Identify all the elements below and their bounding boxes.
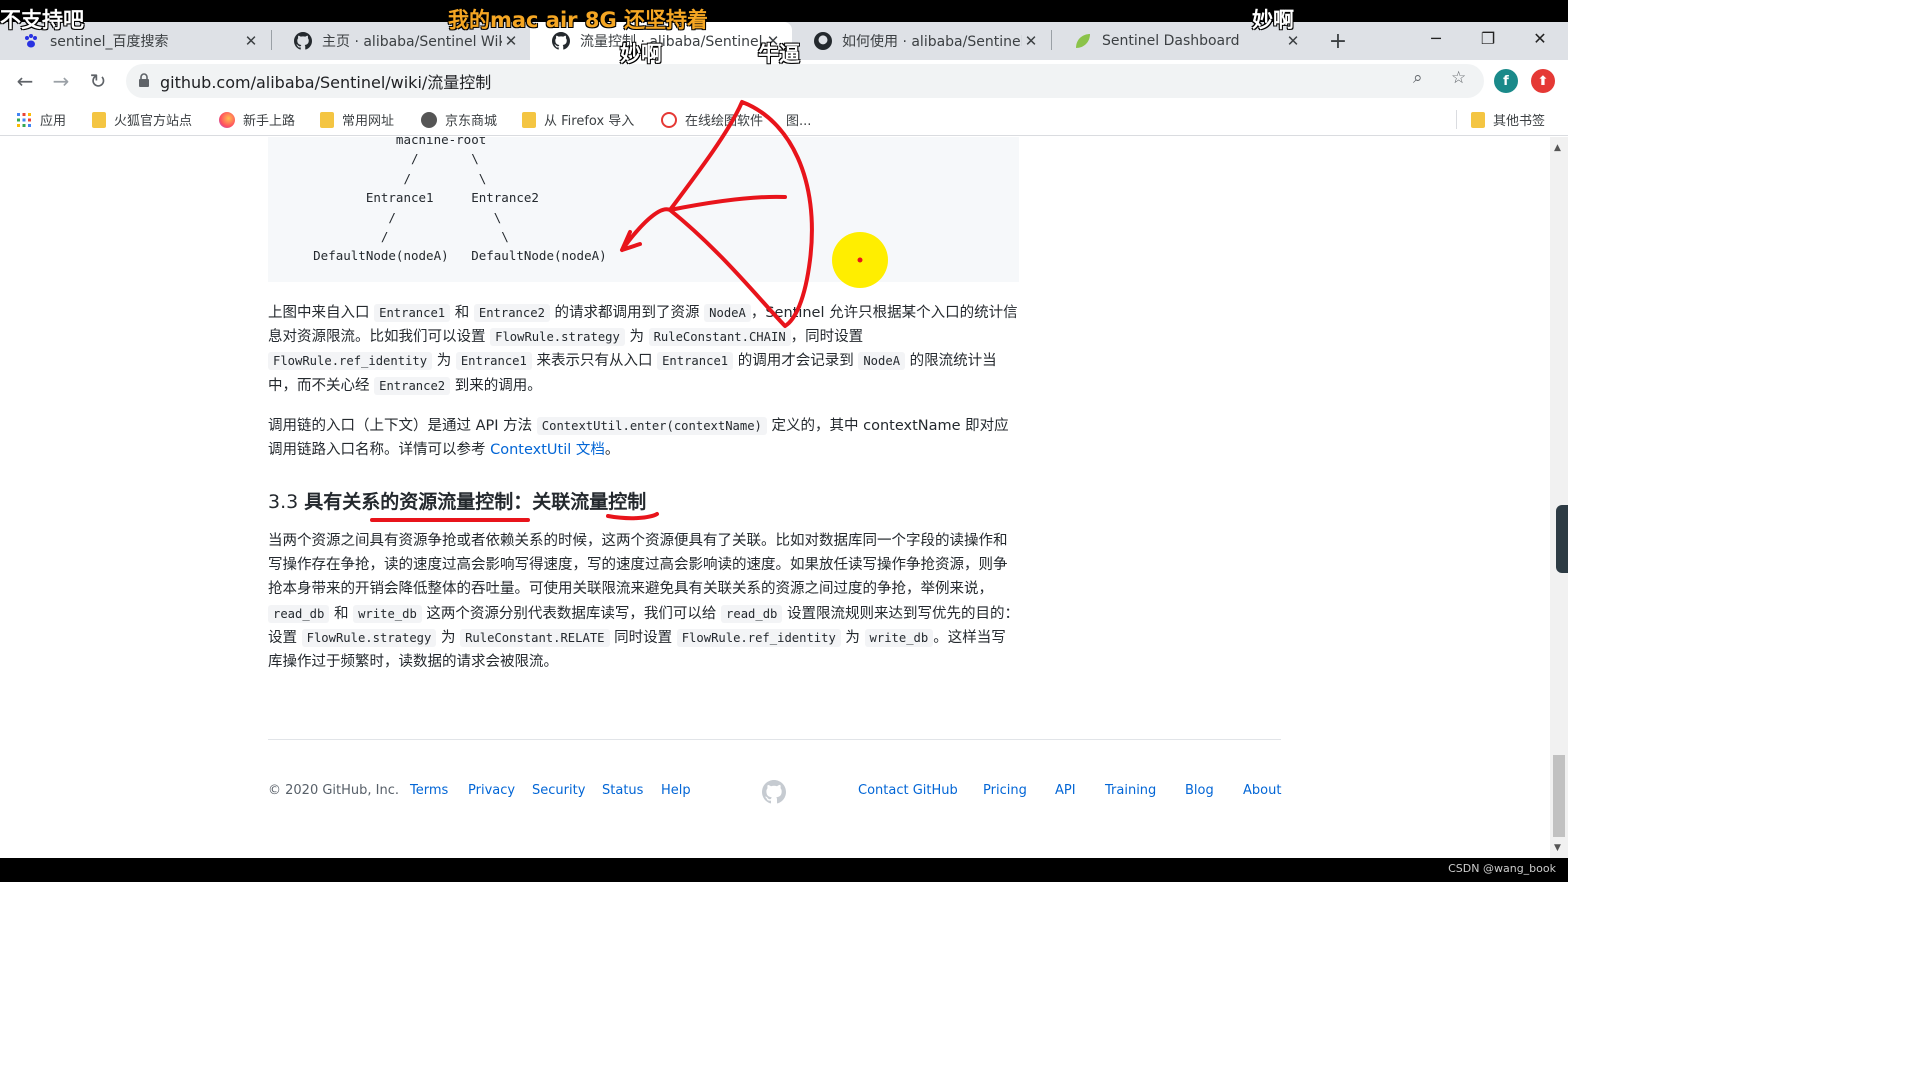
tab-title: 流量控制 · alibaba/Sentinel Wiki xyxy=(580,34,764,50)
code-block: machine-root / \ / \ Entrance1 Entrance2… xyxy=(268,137,1019,282)
footer-link-help[interactable]: Help xyxy=(661,783,691,798)
footer-link-pricing[interactable]: Pricing xyxy=(983,783,1027,798)
reload-button[interactable]: ↻ xyxy=(83,66,113,96)
scroll-down-arrow-icon[interactable]: ▼ xyxy=(1554,843,1561,853)
paragraph-chain-explanation: 上图中来自入口 Entrance1 和 Entrance2 的请求都调用到了资源… xyxy=(268,304,1018,395)
folder-icon xyxy=(522,111,536,128)
folder-icon xyxy=(92,111,106,128)
bookmark-import-firefox[interactable]: 从 Firefox 导入 xyxy=(522,110,634,129)
zoom-icon[interactable]: ⌕ xyxy=(1413,68,1423,88)
close-tab-icon[interactable]: ✕ xyxy=(1022,32,1040,50)
baidu-paw-icon xyxy=(22,32,40,50)
restore-button[interactable]: ❐ xyxy=(1462,22,1514,54)
scroll-thumb[interactable] xyxy=(1553,755,1565,837)
paragraph-relate-flow: 当两个资源之间具有资源争抢或者依赖关系的时候，这两个资源便具有了关联。比如对数据… xyxy=(268,533,1019,671)
footer-link-terms[interactable]: Terms xyxy=(410,783,448,798)
footer-link-status[interactable]: Status xyxy=(602,783,643,798)
invocation-tree: machine-root / \ / \ Entrance1 Entrance2… xyxy=(313,137,607,264)
bookmark-label: 在线绘图软件 xyxy=(685,114,764,129)
globe-icon xyxy=(421,111,437,128)
new-tab-button[interactable]: + xyxy=(1320,22,1356,60)
close-tab-icon[interactable]: ✕ xyxy=(242,32,260,50)
firefox-icon xyxy=(219,111,235,128)
arrow-right-icon: → xyxy=(52,69,70,93)
bookmark-label: 常用网址 xyxy=(342,114,395,129)
profile-avatar[interactable]: f xyxy=(1494,69,1518,93)
bookmark-jd[interactable]: 京东商城 xyxy=(421,110,497,129)
close-tab-icon[interactable]: ✕ xyxy=(1284,32,1302,50)
minimize-button[interactable]: ─ xyxy=(1410,22,1462,54)
section-heading: 3.3 具有关系的资源流量控制：关联流量控制 xyxy=(268,491,647,513)
footer-link-contact[interactable]: Contact GitHub xyxy=(858,783,958,798)
bookmark-label: 应用 xyxy=(40,114,67,129)
bookmark-label: 其他书签 xyxy=(1493,114,1546,129)
footer-link-blog[interactable]: Blog xyxy=(1185,783,1214,798)
arrow-left-icon: ← xyxy=(16,69,34,93)
watermark: CSDN @wang_book xyxy=(1448,862,1556,875)
vertical-scrollbar[interactable]: ▲ ▼ xyxy=(1550,137,1568,858)
danmaku-comment: 我的mac air 8G 还坚持着 xyxy=(448,8,709,32)
github-icon xyxy=(552,32,570,50)
bookmark-label: 京东商城 xyxy=(445,114,498,129)
scroll-up-arrow-icon[interactable]: ▲ xyxy=(1554,143,1561,153)
apps-grid-icon xyxy=(16,112,32,128)
extension-icon[interactable]: ⬆ xyxy=(1531,69,1555,93)
bookmark-other[interactable]: 其他书签 xyxy=(1456,110,1545,129)
bookmark-label: 火狐官方站点 xyxy=(114,114,193,129)
paragraph-context-entry: 调用链的入口（上下文）是通过 API 方法 ContextUtil.enter(… xyxy=(268,417,1009,459)
copyright: © 2020 GitHub, Inc. xyxy=(268,783,400,798)
spring-leaf-icon xyxy=(1074,32,1092,50)
bookmarks-bar: 应用 火狐官方站点 新手上路 常用网址 京东商城 从 Firefox 导入 在线… xyxy=(0,102,1568,136)
tab-title: 如何使用 · alibaba/Sentinel Wiki xyxy=(842,34,1022,50)
folder-icon xyxy=(1471,111,1485,128)
video-bottom-bar: CSDN @wang_book xyxy=(0,858,1568,882)
github-icon xyxy=(814,32,832,50)
github-icon xyxy=(294,32,312,50)
footer-divider xyxy=(268,739,1281,740)
danmaku-comment: 牛逼 xyxy=(758,42,800,66)
footer-link-security[interactable]: Security xyxy=(532,783,585,798)
danmaku-comment: 妙啊 xyxy=(620,42,662,66)
address-bar[interactable]: github.com/alibaba/Sentinel/wiki/流量控制 xyxy=(126,64,1484,98)
folder-icon xyxy=(320,111,334,128)
lock-icon xyxy=(138,72,150,91)
footer-link-privacy[interactable]: Privacy xyxy=(468,783,515,798)
bookmark-drawio[interactable]: 在线绘图软件 xyxy=(661,110,763,129)
reload-icon: ↻ xyxy=(89,69,107,93)
contextutil-doc-link[interactable]: ContextUtil 文档 xyxy=(490,442,605,458)
close-tab-icon[interactable]: ✕ xyxy=(502,32,520,50)
danmaku-comment: 不支持吧 xyxy=(0,8,84,32)
bookmark-star-icon[interactable]: ☆ xyxy=(1451,68,1466,88)
github-mark-icon[interactable] xyxy=(762,780,786,804)
footer-link-about[interactable]: About xyxy=(1243,783,1281,798)
forward-button[interactable]: → xyxy=(46,66,76,96)
page-content: machine-root / \ / \ Entrance1 Entrance2… xyxy=(0,137,1552,858)
github-footer: © 2020 GitHub, Inc. Terms Privacy Securi… xyxy=(268,780,1281,804)
footer-link-training[interactable]: Training xyxy=(1105,783,1156,798)
bookmark-label: 从 Firefox 导入 xyxy=(544,114,635,129)
video-top-bar xyxy=(0,0,1568,22)
bookmark-common-sites[interactable]: 常用网址 xyxy=(320,110,394,129)
tab-title: Sentinel Dashboard xyxy=(1102,33,1240,49)
back-button[interactable]: ← xyxy=(10,66,40,96)
bookmark-apps[interactable]: 应用 xyxy=(16,110,66,129)
tab-title: 主页 · alibaba/Sentinel Wiki xyxy=(322,34,502,50)
side-panel-handle[interactable] xyxy=(1556,505,1568,573)
bookmark-getting-started[interactable]: 新手上路 xyxy=(219,110,295,129)
drawio-icon xyxy=(661,111,677,128)
bookmark-more[interactable]: 图... xyxy=(786,110,811,129)
danmaku-comment: 妙啊 xyxy=(1252,8,1294,32)
footer-link-api[interactable]: API xyxy=(1055,783,1076,798)
tab-title: sentinel_百度搜索 xyxy=(50,34,169,50)
bookmark-label: 新手上路 xyxy=(243,114,296,129)
close-window-button[interactable]: ✕ xyxy=(1514,22,1566,54)
url-text: github.com/alibaba/Sentinel/wiki/流量控制 xyxy=(160,73,492,92)
bookmark-firefox-official[interactable]: 火狐官方站点 xyxy=(92,110,192,129)
bookmark-label: 图... xyxy=(786,114,812,129)
tab-how-to-use[interactable]: 如何使用 · alibaba/Sentinel Wiki ✕ xyxy=(792,22,1050,60)
